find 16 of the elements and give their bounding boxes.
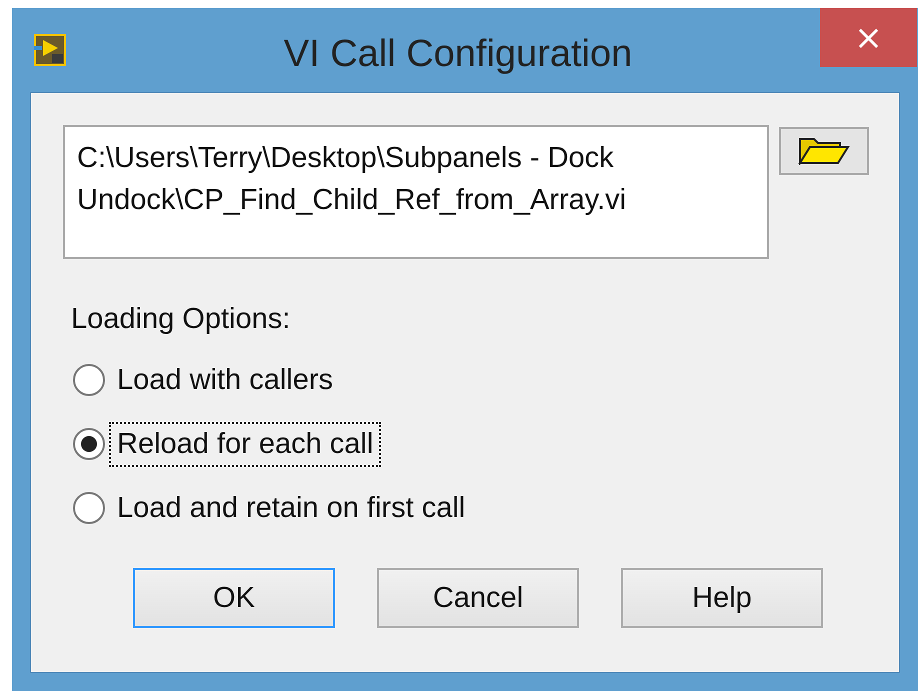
radio-label[interactable]: Load and retain on first call: [109, 486, 474, 530]
path-field[interactable]: C:\Users\Terry\Desktop\Subpanels - Dock Undock\CP_Find_Child_Ref_from_Array.vi: [63, 125, 770, 259]
app-icon: [34, 34, 66, 66]
dialog-button[interactable]: Cancel: [377, 568, 579, 628]
browse-button[interactable]: [779, 127, 869, 175]
radio-button[interactable]: [73, 428, 105, 460]
radio-button[interactable]: [73, 492, 105, 524]
window-title: VI Call Configuration: [282, 32, 634, 76]
radio-button[interactable]: [73, 364, 105, 396]
folder-icon: [798, 137, 850, 165]
radio-label[interactable]: Load with callers: [109, 358, 341, 402]
radio-label[interactable]: Reload for each call: [109, 422, 382, 466]
section-label: Loading Options:: [71, 303, 292, 336]
close-button[interactable]: ×: [820, 8, 917, 67]
dialog-button[interactable]: Help: [621, 568, 823, 628]
dialog-button[interactable]: OK: [133, 568, 335, 628]
